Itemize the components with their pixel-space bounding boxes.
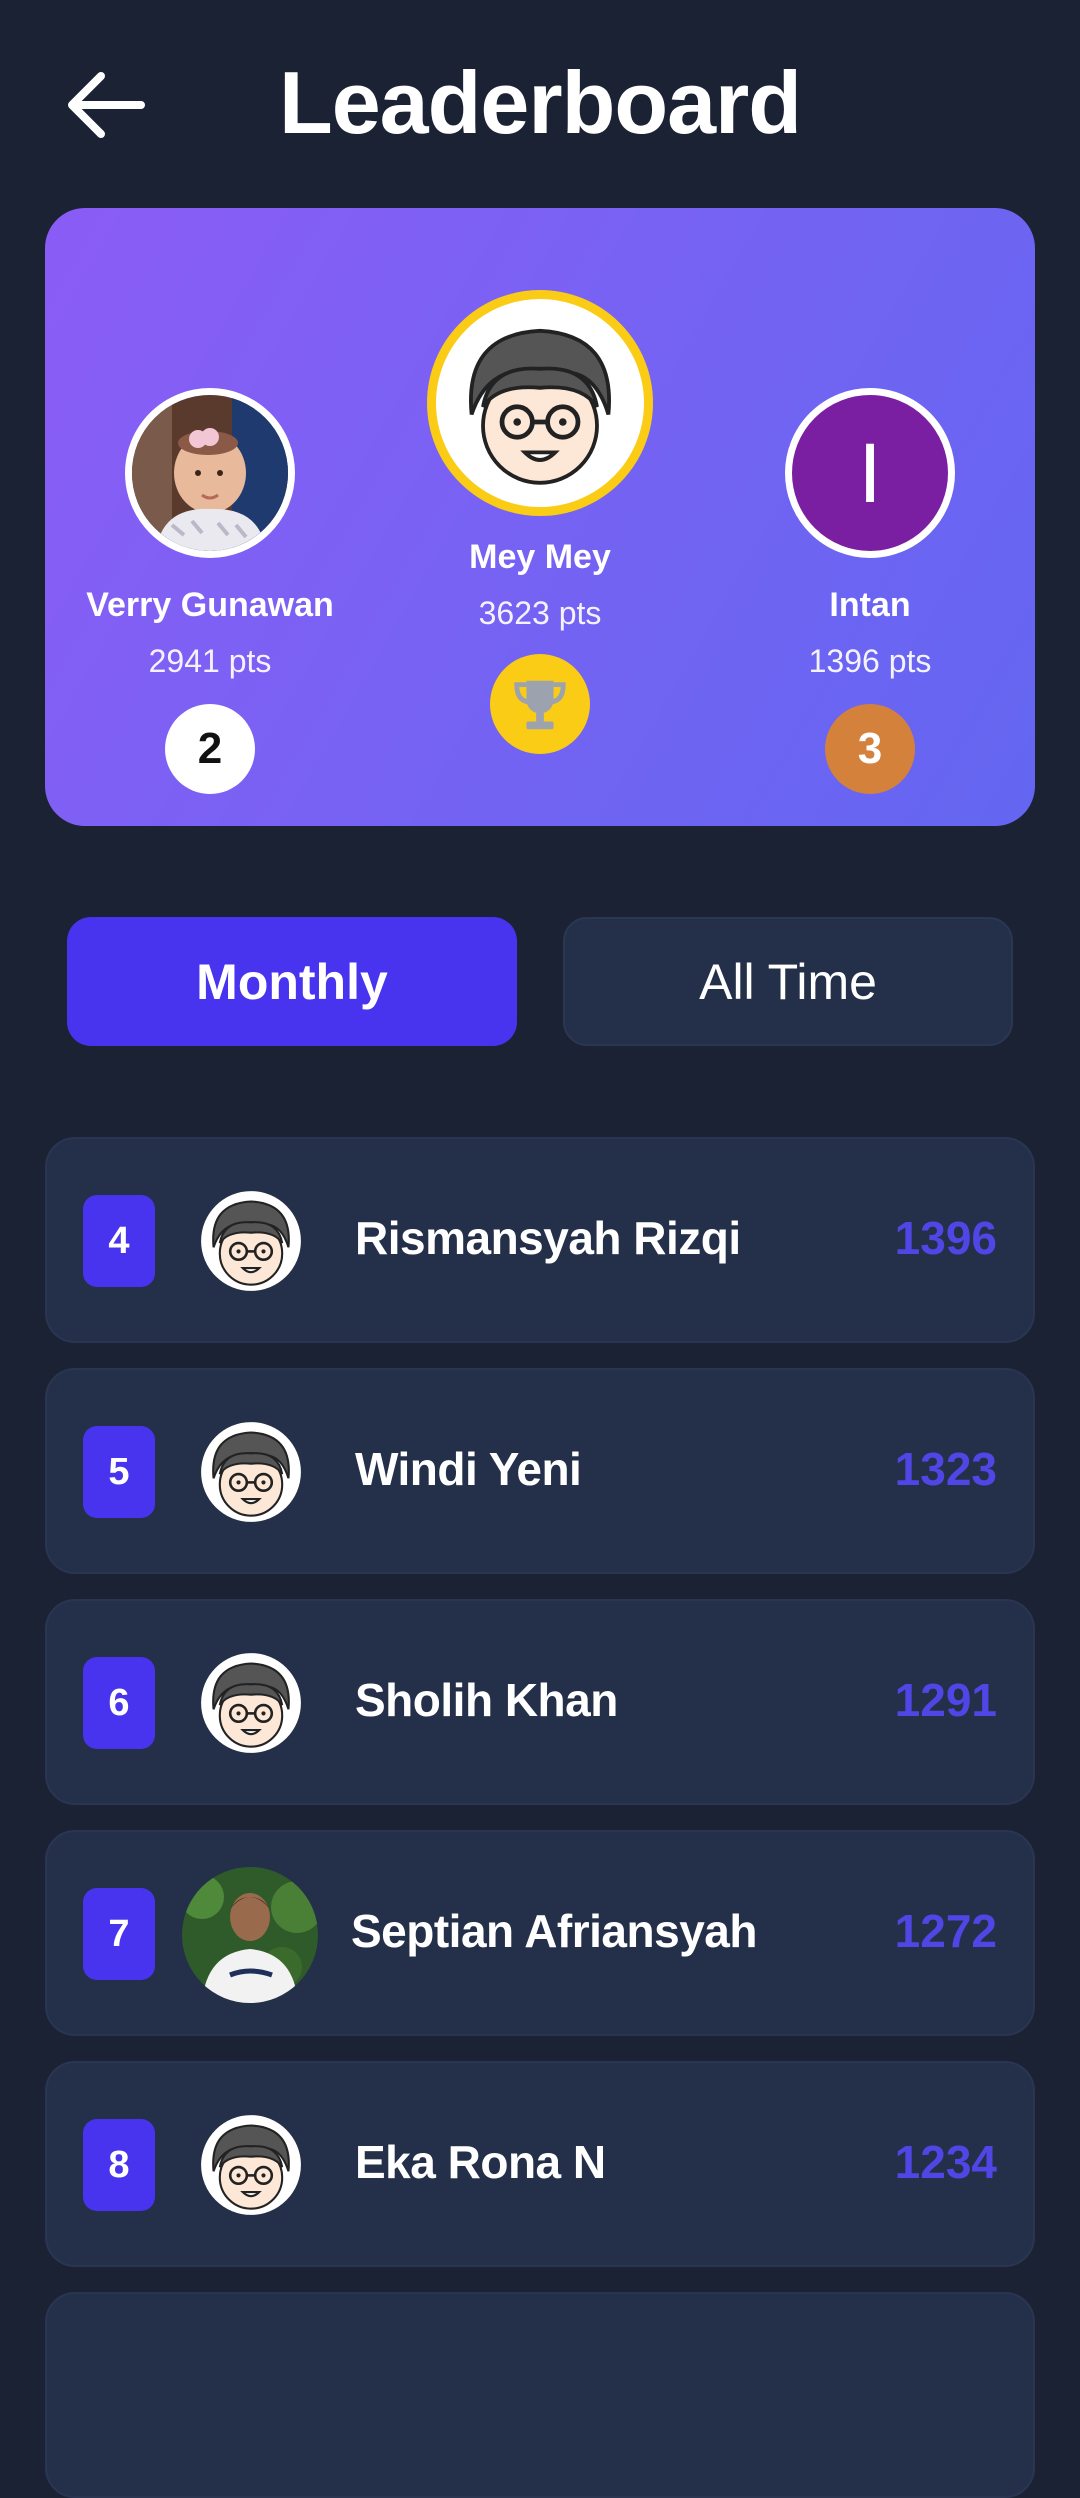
podium-second-name: Verry Gunawan bbox=[86, 586, 334, 624]
rank-badge: 8 bbox=[83, 2119, 155, 2211]
cartoon-avatar bbox=[199, 1420, 303, 1524]
winner-badge bbox=[490, 654, 590, 754]
podium-third-points: 1396 pts bbox=[808, 643, 932, 679]
player-name: Windi Yeni bbox=[355, 1443, 582, 1495]
rank-badge: 6 bbox=[83, 1657, 155, 1749]
cartoon-avatar bbox=[199, 1651, 303, 1755]
podium-third-name: Intan bbox=[829, 586, 911, 624]
tab-monthly[interactable]: Monthly bbox=[67, 917, 517, 1046]
avatar bbox=[427, 290, 653, 516]
tab-all-time[interactable]: All Time bbox=[563, 917, 1013, 1046]
page-title: Leaderboard bbox=[278, 53, 802, 152]
rank-badge: 7 bbox=[83, 1888, 155, 1980]
cartoon-avatar bbox=[199, 2113, 303, 2217]
header: Leaderboard bbox=[0, 0, 1080, 205]
baby-photo-avatar bbox=[132, 395, 288, 551]
player-score: 1234 bbox=[894, 2136, 997, 2188]
list-item[interactable] bbox=[45, 2292, 1035, 2498]
player-name: Sholih Khan bbox=[355, 1674, 618, 1726]
list-item[interactable]: 6 Sholih Khan 1291 bbox=[45, 1599, 1035, 1805]
podium-third-place[interactable]: I Intan 1396 pts 3 bbox=[705, 208, 1035, 794]
photo-avatar bbox=[182, 1867, 318, 2003]
rank-badge: 5 bbox=[83, 1426, 155, 1518]
player-score: 1272 bbox=[894, 1905, 997, 1957]
podium-first-place[interactable]: Mey Mey 3623 pts bbox=[375, 208, 705, 754]
player-score: 1291 bbox=[894, 1674, 997, 1726]
player-name: Rismansyah Rizqi bbox=[355, 1212, 741, 1264]
avatar: I bbox=[785, 388, 955, 558]
player-score: 1323 bbox=[894, 1443, 997, 1495]
rank-badge: 4 bbox=[83, 1195, 155, 1287]
list-item[interactable]: 7 Septian Afriansyah 1272 bbox=[45, 1830, 1035, 2036]
trophy-icon bbox=[514, 680, 566, 730]
podium-card: Verry Gunawan 2941 pts 2 Mey Mey 3623 pt… bbox=[45, 208, 1035, 826]
podium-first-points: 3623 pts bbox=[478, 595, 602, 631]
player-name: Eka Rona N bbox=[355, 2136, 606, 2188]
list-item[interactable]: 5 Windi Yeni 1323 bbox=[45, 1368, 1035, 1574]
cartoon-avatar bbox=[199, 1189, 303, 1293]
podium-first-name: Mey Mey bbox=[469, 538, 611, 576]
cartoon-avatar bbox=[445, 308, 635, 498]
period-tabs: Monthly All Time bbox=[67, 917, 1013, 1046]
player-score: 1396 bbox=[894, 1212, 997, 1264]
list-item[interactable]: 8 Eka Rona N 1234 bbox=[45, 2061, 1035, 2267]
list-item[interactable]: 4 Rismansyah Rizqi 1396 bbox=[45, 1137, 1035, 1343]
podium-second-place[interactable]: Verry Gunawan 2941 pts 2 bbox=[45, 208, 375, 794]
avatar-initial: I bbox=[858, 425, 882, 520]
podium-second-points: 2941 pts bbox=[148, 643, 272, 679]
rank-badge-2: 2 bbox=[165, 704, 255, 794]
rank-badge-3: 3 bbox=[825, 704, 915, 794]
player-name: Septian Afriansyah bbox=[351, 1905, 757, 1957]
avatar bbox=[125, 388, 295, 558]
